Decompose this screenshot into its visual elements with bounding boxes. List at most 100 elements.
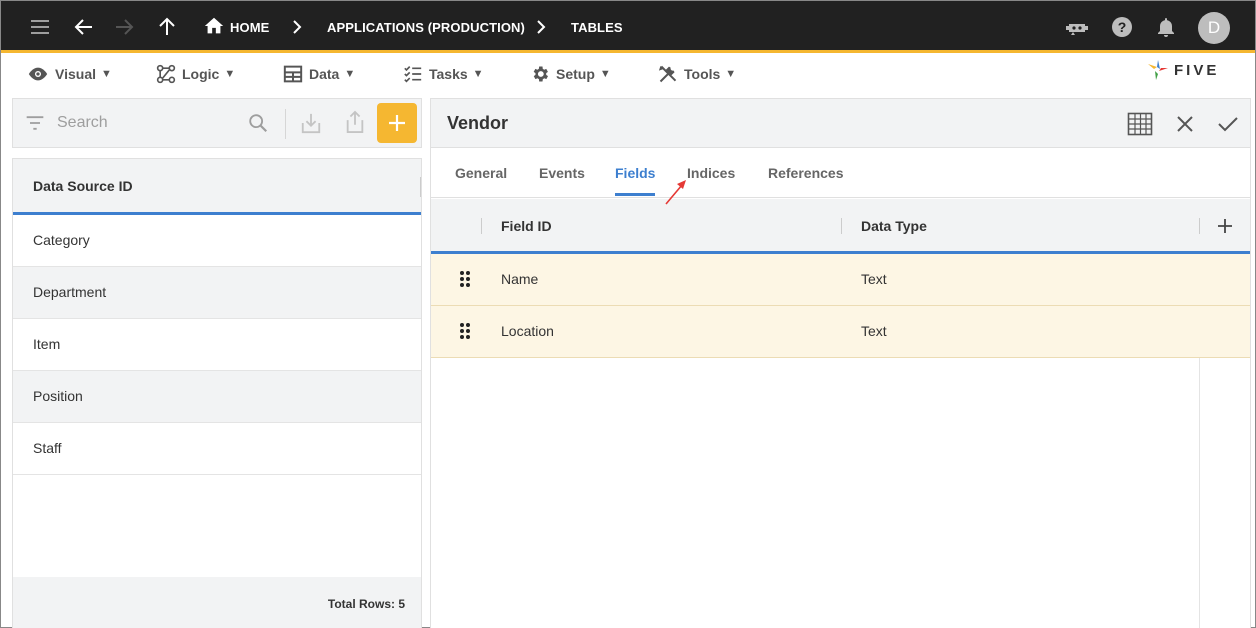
column-divider <box>1199 358 1200 628</box>
plus-icon <box>389 115 405 131</box>
fields-grid-header: Field ID Data Type <box>431 199 1250 254</box>
menu-bar: Visual ▼ Logic ▼ Data ▼ Tasks ▼ Setup ▼ … <box>1 56 1255 90</box>
list-item[interactable]: Position <box>13 371 421 423</box>
list-item-label: Staff <box>33 440 62 456</box>
menu-icon[interactable] <box>28 15 52 39</box>
list-header[interactable]: Data Source ID <box>13 159 421 215</box>
active-tab-indicator <box>615 193 655 196</box>
left-toolbar <box>12 98 422 148</box>
breadcrumb-home[interactable]: HOME <box>230 20 269 35</box>
caret-down-icon: ▼ <box>472 68 484 80</box>
bell-icon[interactable] <box>1154 15 1178 39</box>
menu-tasks-label: Tasks <box>429 66 468 82</box>
cell-data-type: Text <box>861 323 887 339</box>
list-item[interactable]: Staff <box>13 423 421 475</box>
menu-setup-label: Setup <box>556 66 595 82</box>
record-header: Vendor <box>431 99 1250 148</box>
caret-down-icon: ▼ <box>224 68 236 80</box>
tab-bar: General Events Fields Indices References <box>431 148 1250 198</box>
tools-icon <box>658 65 677 83</box>
list-item-label: Item <box>33 336 61 352</box>
save-button[interactable] <box>1215 111 1241 137</box>
filter-icon[interactable] <box>25 114 45 132</box>
chat-bot-icon[interactable] <box>1065 15 1089 39</box>
grid-icon <box>1127 112 1153 136</box>
breadcrumb-tables[interactable]: TABLES <box>571 20 623 35</box>
forward-arrow-icon[interactable] <box>112 15 136 39</box>
table-row[interactable]: Location Text <box>431 306 1250 358</box>
svg-text:?: ? <box>1118 19 1127 35</box>
menu-tools-label: Tools <box>684 66 721 82</box>
eye-icon <box>28 67 48 81</box>
list-item-label: Category <box>33 232 90 248</box>
cell-field-id: Location <box>501 323 554 339</box>
list-item-label: Department <box>33 284 107 300</box>
menu-data-label: Data <box>309 66 340 82</box>
cell-data-type: Text <box>861 271 887 287</box>
top-app-bar: HOME APPLICATIONS (PRODUCTION) TABLES ? … <box>1 1 1255 53</box>
column-divider <box>841 218 842 234</box>
list-item[interactable]: Category <box>13 215 421 267</box>
add-field-button[interactable] <box>1215 216 1235 236</box>
annotation-arrow-icon <box>663 177 689 207</box>
chevron-right-icon <box>285 15 309 39</box>
column-divider <box>420 177 421 197</box>
column-divider <box>1199 218 1200 234</box>
grid-view-button[interactable] <box>1127 111 1153 137</box>
menu-logic[interactable]: Logic ▼ <box>156 64 235 84</box>
checklist-icon <box>404 66 422 83</box>
menu-tools[interactable]: Tools ▼ <box>658 64 736 84</box>
close-button[interactable] <box>1172 111 1198 137</box>
record-form: Vendor General Events Fields Indices Ref… <box>430 98 1251 628</box>
import-icon[interactable] <box>300 111 322 135</box>
five-logo-icon <box>1148 60 1168 80</box>
table-icon <box>283 65 303 83</box>
tab-general[interactable]: General <box>455 165 507 181</box>
avatar[interactable]: D <box>1198 12 1230 44</box>
tab-events[interactable]: Events <box>539 165 585 181</box>
chevron-right-icon <box>529 15 553 39</box>
drag-handle-icon[interactable] <box>459 322 471 340</box>
drag-handle-icon[interactable] <box>459 270 471 288</box>
export-icon[interactable] <box>344 109 366 135</box>
close-icon <box>1177 116 1193 132</box>
search-icon[interactable] <box>247 112 269 134</box>
menu-visual-label: Visual <box>55 66 96 82</box>
breadcrumb-applications[interactable]: APPLICATIONS (PRODUCTION) <box>327 20 525 35</box>
table-row[interactable]: Name Text <box>431 254 1250 306</box>
column-divider <box>481 218 482 234</box>
add-record-button[interactable] <box>377 103 417 143</box>
column-header-data-source-id: Data Source ID <box>33 178 133 194</box>
caret-down-icon: ▼ <box>599 68 611 80</box>
list-item[interactable]: Department <box>13 267 421 319</box>
tab-fields[interactable]: Fields <box>615 165 655 181</box>
check-icon <box>1218 117 1238 132</box>
five-logo: FIVE <box>1146 58 1219 82</box>
menu-data[interactable]: Data ▼ <box>283 64 355 84</box>
menu-visual[interactable]: Visual ▼ <box>27 64 112 84</box>
up-arrow-icon[interactable] <box>155 15 179 39</box>
record-title: Vendor <box>447 113 509 133</box>
menu-tasks[interactable]: Tasks ▼ <box>403 64 484 84</box>
list-footer: Total Rows: 5 <box>13 577 421 628</box>
column-header-data-type[interactable]: Data Type <box>861 218 927 234</box>
tab-references[interactable]: References <box>768 165 844 181</box>
caret-down-icon: ▼ <box>725 68 737 80</box>
logo-text: FIVE <box>1174 61 1220 79</box>
caret-down-icon: ▼ <box>344 68 356 80</box>
caret-down-icon: ▼ <box>101 68 112 80</box>
gear-icon <box>533 66 548 82</box>
search-input[interactable] <box>57 111 237 135</box>
menu-setup[interactable]: Setup ▼ <box>530 64 611 84</box>
plus-icon <box>1218 219 1232 233</box>
help-icon[interactable]: ? <box>1110 15 1134 39</box>
total-rows: Total Rows: 5 <box>327 597 405 611</box>
tab-indices[interactable]: Indices <box>687 165 735 181</box>
data-source-list: Data Source ID Category Department Item … <box>12 158 422 628</box>
toolbar-divider <box>285 109 286 139</box>
list-item-label: Position <box>33 388 83 404</box>
back-arrow-icon[interactable] <box>72 15 96 39</box>
column-header-field-id[interactable]: Field ID <box>501 218 552 234</box>
home-icon[interactable] <box>203 15 227 39</box>
list-item[interactable]: Item <box>13 319 421 371</box>
